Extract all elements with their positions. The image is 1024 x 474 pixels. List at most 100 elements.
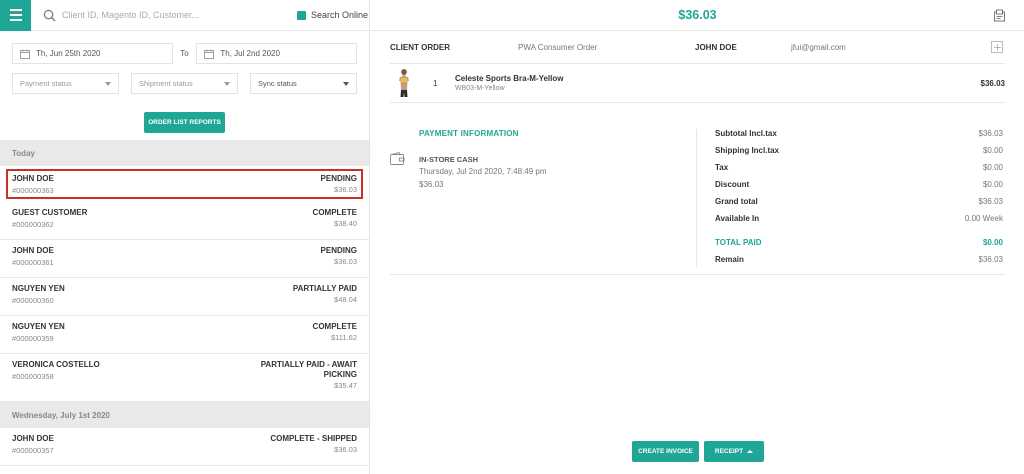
total-paid-label: TOTAL PAID (715, 238, 762, 247)
chevron-down-icon (105, 81, 111, 86)
totals-row: Shipping Incl.tax $0.00 (715, 146, 1003, 163)
order-status: PENDING (320, 174, 357, 183)
order-id: #000000363 (12, 186, 54, 195)
order-row[interactable]: JOHN DOE #000000357 COMPLETE - SHIPPED $… (0, 428, 369, 466)
calendar-icon (204, 49, 215, 59)
order-row[interactable]: JOHN DOE #000000361 PENDING $36.03 (0, 240, 369, 278)
item-quantity: 1 (433, 78, 438, 88)
remain-value: $36.03 (978, 255, 1003, 264)
date-from-value: Th, Jun 25th 2020 (36, 49, 101, 58)
order-row[interactable]: NGUYEN YEN #000000360 PARTIALLY PAID $48… (0, 278, 369, 316)
remain-row: Remain $36.03 (715, 255, 1003, 272)
order-status: PENDING (320, 246, 357, 255)
order-list-panel: Search Online Th, Jun 25th 2020 To Th, J… (0, 0, 370, 474)
order-id: #000000361 (12, 258, 54, 267)
totals-label: Tax (715, 163, 729, 172)
order-list: Today JOHN DOE #000000363 PENDING $36.03… (0, 140, 369, 466)
date-range-to-label: To (180, 49, 189, 58)
receipt-button[interactable]: RECEIPT (704, 441, 764, 462)
section-divider (696, 129, 697, 267)
order-row[interactable]: NGUYEN YEN #000000359 COMPLETE $111.62 (0, 316, 369, 354)
totals-value: $36.03 (978, 197, 1003, 206)
search-box (43, 9, 283, 22)
order-row[interactable]: VERONICA COSTELLO #000000358 PARTIALLY P… (0, 354, 369, 402)
calendar-icon (20, 49, 30, 59)
order-status: COMPLETE (312, 208, 357, 217)
order-customer-name: GUEST CUSTOMER (12, 208, 88, 217)
create-invoice-button[interactable]: CREATE INVOICE (632, 441, 699, 462)
search-online-label: Search Online (311, 10, 369, 20)
totals-value: $36.03 (978, 129, 1003, 138)
order-total: $36.03 (334, 445, 357, 454)
order-row-selected[interactable]: JOHN DOE #000000363 PENDING $36.03 (6, 169, 363, 199)
order-customer-name: NGUYEN YEN (12, 322, 65, 331)
totals-label: Subtotal Incl.tax (715, 129, 777, 138)
group-header-today: Today (0, 140, 369, 166)
payment-date: Thursday, Jul 2nd 2020, 7:48:49 pm (419, 167, 547, 176)
totals-value: $0.00 (982, 146, 1003, 155)
date-from-picker[interactable]: Th, Jun 25th 2020 (12, 43, 173, 64)
order-total: $38.40 (334, 219, 357, 228)
total-paid-row: TOTAL PAID $0.00 (715, 238, 1003, 255)
order-totals: Subtotal Incl.tax $36.03 Shipping Incl.ta… (715, 129, 1003, 272)
add-icon[interactable] (991, 41, 1003, 53)
menu-icon-line (9, 14, 22, 16)
item-sku: WB03-M-Yellow (455, 85, 505, 92)
menu-icon-line (9, 19, 22, 21)
order-status: COMPLETE - SHIPPED (270, 434, 357, 443)
search-online-checkbox[interactable] (297, 10, 306, 20)
client-order-row: CLIENT ORDER PWA Consumer Order JOHN DOE… (390, 31, 1005, 64)
payment-status-label: Payment status (20, 79, 72, 88)
order-id: #000000359 (12, 334, 54, 343)
totals-value: 0.00 Week (964, 214, 1003, 223)
search-input[interactable] (62, 10, 262, 20)
order-total: $111.62 (331, 333, 357, 342)
shipment-status-select[interactable]: Shipment status (131, 73, 238, 94)
customer-name: JOHN DOE (695, 42, 737, 52)
payment-section: PAYMENT INFORMATION IN-STORE CASH Thursd… (390, 129, 1005, 275)
order-row[interactable]: GUEST CUSTOMER #000000362 COMPLETE $38.4… (0, 202, 369, 240)
sync-status-label: Sync status (258, 79, 297, 88)
product-thumbnail (399, 69, 409, 97)
order-status: PARTIALLY PAID (292, 284, 357, 293)
order-detail-panel: $36.03 CLIENT ORDER PWA Consumer Order J… (371, 0, 1024, 474)
totals-label: Grand total (715, 197, 758, 206)
order-detail-header: $36.03 (371, 0, 1024, 31)
totals-row: Discount $0.00 (715, 180, 1003, 197)
item-name: Celeste Sports Bra-M-Yellow (455, 74, 564, 83)
totals-row: Tax $0.00 (715, 163, 1003, 180)
payment-method: IN-STORE CASH (419, 155, 479, 164)
chevron-down-icon (343, 81, 349, 86)
wallet-icon (390, 152, 405, 165)
order-total: $35.47 (334, 381, 357, 390)
payment-status-select[interactable]: Payment status (12, 73, 119, 94)
totals-value: $0.00 (982, 163, 1003, 172)
order-list-reports-button[interactable]: ORDER LIST REPORTS (144, 112, 225, 133)
totals-row: Available In 0.00 Week (715, 214, 1003, 231)
search-online-toggle[interactable]: Search Online (297, 10, 368, 20)
order-list-toolbar: Search Online (0, 0, 369, 31)
order-type: PWA Consumer Order (518, 42, 598, 52)
total-paid-value: $0.00 (982, 238, 1003, 247)
order-customer-name: JOHN DOE (12, 174, 54, 183)
customer-email: jfui@gmail.com (791, 42, 846, 52)
totals-label: Shipping Incl.tax (715, 146, 780, 155)
search-icon (43, 9, 56, 22)
order-item-row: 1 Celeste Sports Bra-M-Yellow WB03-M-Yel… (390, 64, 1005, 103)
date-to-picker[interactable]: Th, Jul 2nd 2020 (196, 43, 358, 64)
order-customer-name: JOHN DOE (12, 246, 54, 255)
receipt-button-label: RECEIPT (714, 448, 744, 455)
chevron-up-icon (747, 450, 754, 453)
order-total: $36.03 (334, 185, 357, 194)
hamburger-menu-button[interactable] (0, 0, 31, 31)
item-price: $36.03 (980, 79, 1005, 88)
totals-label: Available In (715, 214, 760, 223)
order-status: PARTIALLY PAID - AWAIT PICKING (260, 360, 357, 379)
order-filters: Th, Jun 25th 2020 To Th, Jul 2nd 2020 Pa… (0, 31, 369, 133)
print-receipt-icon[interactable] (993, 9, 1006, 22)
totals-row: Subtotal Incl.tax $36.03 (715, 129, 1003, 146)
sync-status-select[interactable]: Sync status (250, 73, 357, 94)
remain-label: Remain (715, 255, 744, 264)
order-grand-total: $36.03 (678, 8, 717, 22)
order-total: $48.04 (334, 295, 357, 304)
